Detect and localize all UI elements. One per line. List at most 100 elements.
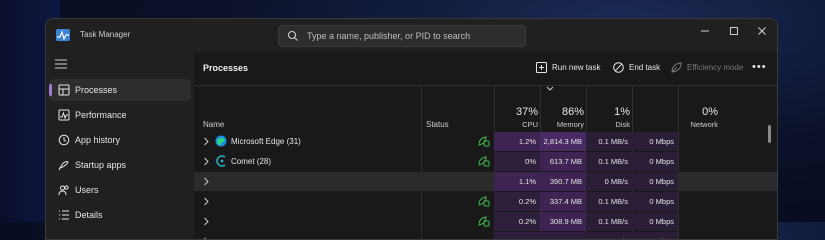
efficiency-leaf-icon — [671, 62, 682, 73]
cpu-cell: 0.2% — [494, 192, 540, 211]
end-task-icon — [613, 62, 624, 73]
sidebar-item-performance[interactable]: Performance — [49, 104, 191, 126]
memory-cell: 2,814.3 MB — [540, 132, 586, 151]
minimize-icon — [701, 30, 709, 32]
scrollbar-thumb[interactable] — [768, 125, 771, 143]
cpu-cell: 0.2% — [494, 212, 540, 231]
expand-chevron-icon[interactable] — [203, 137, 210, 146]
minimize-button[interactable] — [694, 25, 716, 43]
performance-icon — [58, 109, 70, 121]
column-header-status[interactable]: Status — [426, 120, 449, 129]
disk-cell: 0.1 MB/s — [586, 232, 632, 239]
cpu-total-percent: 37% — [515, 106, 538, 118]
sort-chevron-icon — [546, 86, 554, 91]
disk-cell: 0.1 MB/s — [586, 132, 632, 151]
hamburger-menu-icon[interactable] — [55, 59, 67, 69]
column-header-network[interactable]: Network — [632, 120, 718, 129]
network-cell: 0 Mbps — [632, 152, 678, 171]
table-row[interactable]: Microsoft Edge (31) 1.2% 2,814.3 MB 0.1 MB/… — [194, 132, 777, 151]
column-header-name[interactable]: Name — [203, 120, 224, 129]
run-new-task-button[interactable]: Run new task — [536, 59, 606, 77]
expand-chevron-icon[interactable] — [203, 217, 210, 226]
efficiency-mode-label: Efficiency mode — [687, 63, 744, 72]
efficiency-mode-leaf-icon — [478, 136, 490, 147]
users-icon — [58, 185, 69, 196]
search-icon — [287, 30, 298, 41]
processes-icon — [58, 84, 70, 96]
disk-cell: 0 MB/s — [586, 172, 632, 191]
end-task-label: End task — [629, 63, 661, 72]
page-title: Processes — [203, 63, 249, 73]
table-row[interactable]: 0.2% 308.9 MB 0.1 MB/s 0 Mbps — [194, 212, 777, 231]
expand-chevron-icon[interactable] — [203, 197, 210, 206]
task-manager-app-icon — [56, 29, 70, 41]
sidebar-item-label: Details — [75, 210, 103, 220]
close-icon — [758, 27, 766, 35]
table-row[interactable]: 1.1% 390.7 MB 0 MB/s 0 Mbps — [194, 172, 777, 191]
memory-cell: 337.4 MB — [540, 192, 586, 211]
memory-cell: 390.7 MB — [540, 172, 586, 191]
comet-icon — [216, 155, 226, 167]
app-history-icon — [58, 134, 70, 146]
efficiency-mode-button[interactable]: Efficiency mode — [671, 59, 743, 77]
processes-panel: Processes Run new task End task Efficien… — [194, 53, 777, 239]
toolbar-divider — [194, 85, 777, 86]
process-name: Microsoft Edge (31) — [231, 137, 301, 146]
title-bar: Task Manager Type a name, publisher, or … — [46, 19, 777, 53]
disk-total-percent: 1% — [614, 106, 630, 118]
sidebar-item-startup-apps[interactable]: Startup apps — [49, 154, 191, 176]
task-manager-window: Task Manager Type a name, publisher, or … — [45, 18, 778, 240]
maximize-icon — [730, 27, 738, 35]
network-cell: 0 Mbps — [632, 132, 678, 151]
sidebar: Processes Performance App history Startu… — [46, 53, 194, 239]
run-new-task-label: Run new task — [552, 63, 601, 72]
disk-cell: 0.1 MB/s — [586, 212, 632, 231]
run-new-task-icon — [536, 62, 547, 73]
sidebar-item-label: Processes — [75, 85, 118, 95]
table-row[interactable]: 0%199.4 MB0.1 MB/s0 Mbps — [194, 232, 777, 239]
edge-icon — [215, 135, 227, 147]
maximize-button[interactable] — [723, 25, 745, 43]
network-total-percent: 0% — [702, 106, 718, 118]
column-header-disk[interactable]: Disk — [586, 120, 630, 129]
process-name: Comet (28) — [231, 157, 272, 166]
table-row[interactable]: 0.2% 337.4 MB 0.1 MB/s 0 Mbps — [194, 192, 777, 211]
expand-chevron-icon[interactable] — [203, 177, 210, 186]
memory-total-percent: 86% — [561, 106, 584, 118]
cpu-cell: 0% — [494, 232, 540, 239]
efficiency-mode-leaf-icon — [478, 156, 490, 167]
more-options-icon[interactable]: ••• — [752, 61, 767, 73]
sidebar-item-app-history[interactable]: App history — [49, 129, 191, 151]
sidebar-item-details[interactable]: Details — [49, 204, 191, 226]
details-icon — [59, 210, 69, 220]
close-button[interactable] — [751, 25, 773, 43]
network-cell: 0 Mbps — [632, 232, 678, 239]
network-cell: 0 Mbps — [632, 192, 678, 211]
sidebar-item-processes[interactable]: Processes — [49, 79, 191, 101]
sidebar-item-label: Performance — [75, 110, 127, 120]
column-header-cpu[interactable]: CPU — [494, 120, 538, 129]
sidebar-item-label: App history — [75, 135, 121, 145]
network-cell: 0 Mbps — [632, 172, 678, 191]
table-row[interactable]: Comet (28) 0% 613.7 MB 0.1 MB/s 0 Mbps — [194, 152, 777, 171]
memory-cell: 308.9 MB — [540, 212, 586, 231]
window-title: Task Manager — [80, 30, 131, 39]
active-indicator — [49, 84, 52, 96]
search-placeholder: Type a name, publisher, or PID to search — [307, 31, 471, 41]
disk-cell: 0.1 MB/s — [586, 152, 632, 171]
memory-cell: 613.7 MB — [540, 152, 586, 171]
sidebar-item-label: Users — [75, 185, 99, 195]
efficiency-mode-leaf-icon — [478, 216, 490, 227]
memory-cell: 199.4 MB — [540, 232, 586, 239]
disk-cell: 0.1 MB/s — [586, 192, 632, 211]
search-input[interactable]: Type a name, publisher, or PID to search — [278, 25, 526, 47]
efficiency-mode-leaf-icon — [478, 196, 490, 207]
sidebar-item-label: Startup apps — [75, 160, 127, 170]
expand-chevron-icon[interactable] — [203, 157, 210, 166]
column-header-memory[interactable]: Memory — [540, 120, 584, 129]
cpu-cell: 0% — [494, 152, 540, 171]
sidebar-item-users[interactable]: Users — [49, 179, 191, 201]
cpu-cell: 1.1% — [494, 172, 540, 191]
cpu-cell: 1.2% — [494, 132, 540, 151]
end-task-button[interactable]: End task — [613, 59, 663, 77]
